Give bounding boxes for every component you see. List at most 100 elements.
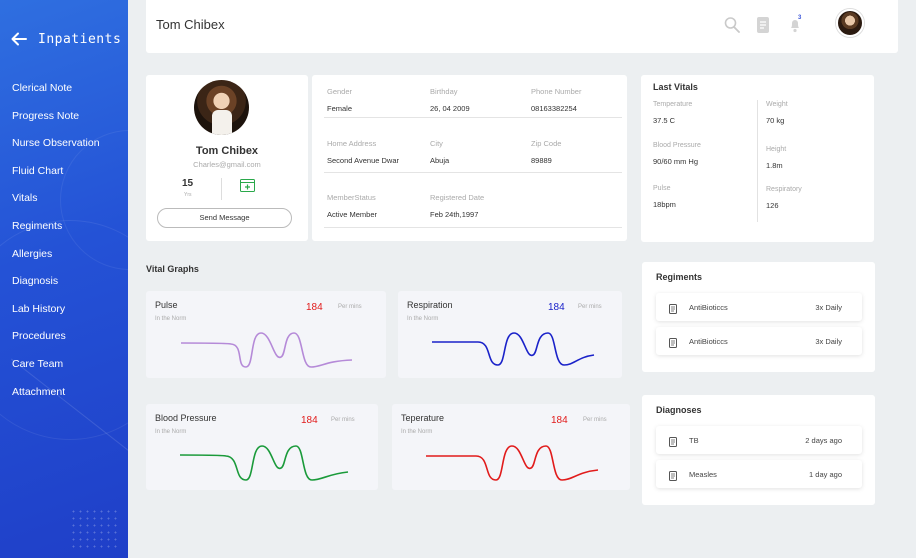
diagnosis-name: TB <box>689 436 699 445</box>
sidebar-item-fluid-chart[interactable]: Fluid Chart <box>12 163 100 191</box>
graph-status: In the Norm <box>401 429 433 435</box>
weight-label: Weight <box>766 101 788 108</box>
sidebar-item-clerical-note[interactable]: Clerical Note <box>12 80 100 108</box>
member-status-value: Active Member <box>327 210 378 219</box>
respiratory-label: Respiratory <box>766 186 802 193</box>
pulse-label: Pulse <box>653 185 671 192</box>
divider <box>757 100 758 222</box>
graph-name: Pulse <box>155 300 178 310</box>
document-icon <box>669 335 677 348</box>
respiratory-value: 126 <box>766 201 779 210</box>
gender-label: Gender <box>327 87 353 96</box>
diagnosis-time: 1 day ago <box>809 470 842 479</box>
weight-value: 70 kg <box>766 116 785 125</box>
sidebar-title: Inpatients <box>38 31 122 47</box>
sidebar-item-lab-history[interactable]: Lab History <box>12 301 100 329</box>
divider <box>324 227 622 228</box>
graph-card-temperature[interactable]: Teperature In the Norm 184 Per mins <box>392 404 630 490</box>
graph-card-blood-pressure[interactable]: Blood Pressure In the Norm 184 Per mins <box>146 404 378 490</box>
zip-label: Zip Code <box>531 139 562 148</box>
sidebar-nav: Clerical Note Progress Note Nurse Observ… <box>12 80 100 411</box>
profile-email: Charles@gmail.com <box>193 160 261 169</box>
graph-unit: Per mins <box>338 304 362 310</box>
list-item[interactable]: AntiBioticcs 3x Daily <box>656 293 862 321</box>
graph-status: In the Norm <box>155 429 187 435</box>
calendar-icon[interactable] <box>240 178 255 192</box>
sidebar-item-care-team[interactable]: Care Team <box>12 356 100 384</box>
temperature-value: 37.5 C <box>653 116 676 125</box>
temperature-label: Temperature <box>653 101 693 108</box>
pulse-value: 18bpm <box>653 200 676 209</box>
sidebar-item-procedures[interactable]: Procedures <box>12 328 100 356</box>
respiration-wave <box>432 332 595 366</box>
address-value: Second Avenue Dwar <box>327 156 399 165</box>
graph-value: 184 <box>306 302 323 313</box>
graph-value: 184 <box>548 302 565 313</box>
phone-value: 08163382254 <box>531 104 577 113</box>
profile-count: 15 <box>182 178 194 189</box>
document-icon <box>669 434 677 447</box>
diagnosis-name: Measles <box>689 470 717 479</box>
user-avatar[interactable] <box>836 9 864 37</box>
regiment-name: AntiBioticcs <box>689 337 728 346</box>
zip-value: 89889 <box>531 156 552 165</box>
sidebar-item-regiments[interactable]: Regiments <box>12 218 100 246</box>
sidebar: Inpatients Clerical Note Progress Note N… <box>0 0 128 558</box>
last-vitals-card: Last Vitals Temperature 37.5 C Blood Pres… <box>641 75 874 242</box>
graph-unit: Per mins <box>583 417 607 423</box>
birthday-label: Birthday <box>430 87 458 96</box>
blood-pressure-value: 90/60 mm Hg <box>653 157 699 166</box>
arrow-left-icon[interactable] <box>10 30 28 48</box>
divider <box>324 117 622 118</box>
graph-card-pulse[interactable]: Pulse In the Norm 184 Per mins <box>146 291 386 378</box>
sidebar-header: Inpatients <box>10 30 121 48</box>
sidebar-item-vitals[interactable]: Vitals <box>12 190 100 218</box>
regiment-frequency: 3x Daily <box>815 337 842 346</box>
regiments-card: Regiments AntiBioticcs 3x Daily AntiBiot… <box>642 262 875 372</box>
height-value: 1.8m <box>766 161 783 170</box>
profile-name: Tom Chibex <box>195 145 259 157</box>
birthday-value: 26, 04 2009 <box>430 104 470 113</box>
gender-value: Female <box>327 104 353 113</box>
city-value: Abuja <box>430 156 450 165</box>
address-label: Home Address <box>327 139 377 148</box>
profile-avatar <box>194 80 249 135</box>
list-item[interactable]: TB 2 days ago <box>656 426 862 454</box>
diagnoses-title: Diagnoses <box>656 405 702 415</box>
member-status-label: MemberStatus <box>327 193 376 202</box>
graph-unit: Per mins <box>331 417 355 423</box>
bell-icon[interactable] <box>788 16 804 34</box>
sidebar-item-allergies[interactable]: Allergies <box>12 246 100 274</box>
sidebar-item-nurse-observation[interactable]: Nurse Observation <box>12 135 100 163</box>
divider <box>221 178 222 200</box>
graph-name: Blood Pressure <box>155 413 217 423</box>
diagnoses-card: Diagnoses TB 2 days ago Measles 1 day ag… <box>642 395 875 505</box>
list-item[interactable]: Measles 1 day ago <box>656 460 862 488</box>
sidebar-item-diagnosis[interactable]: Diagnosis <box>12 273 100 301</box>
profile-card: Tom Chibex Charles@gmail.com 15 Yrs Send… <box>146 75 308 241</box>
height-label: Height <box>766 146 787 153</box>
graph-name: Respiration <box>407 300 453 310</box>
top-header: Tom Chibex 3 <box>146 0 898 53</box>
last-vitals-title: Last Vitals <box>653 82 698 92</box>
diagnosis-time: 2 days ago <box>805 436 842 445</box>
blood-pressure-label: Blood Pressure <box>653 142 701 149</box>
list-item[interactable]: AntiBioticcs 3x Daily <box>656 327 862 355</box>
graph-status: In the Norm <box>407 316 439 322</box>
document-icon[interactable] <box>756 16 772 34</box>
graph-status: In the Norm <box>155 316 187 322</box>
regiment-name: AntiBioticcs <box>689 303 728 312</box>
patient-info-card: Gender Female Birthday 26, 04 2009 Phone N… <box>312 75 627 241</box>
send-message-button[interactable]: Send Message <box>157 208 292 228</box>
sidebar-item-progress-note[interactable]: Progress Note <box>12 108 100 136</box>
page-title: Tom Chibex <box>156 17 225 32</box>
graph-card-respiration[interactable]: Respiration In the Norm 184 Per mins <box>398 291 622 378</box>
regiments-title: Regiments <box>656 272 703 282</box>
profile-count-label: Yrs <box>184 192 192 198</box>
sidebar-item-attachment[interactable]: Attachment <box>12 384 100 412</box>
registered-date-label: Registered Date <box>430 193 485 202</box>
graph-name: Teperature <box>401 413 445 423</box>
search-icon[interactable] <box>724 16 740 34</box>
graph-value: 184 <box>301 415 318 426</box>
temperature-wave <box>426 445 599 481</box>
